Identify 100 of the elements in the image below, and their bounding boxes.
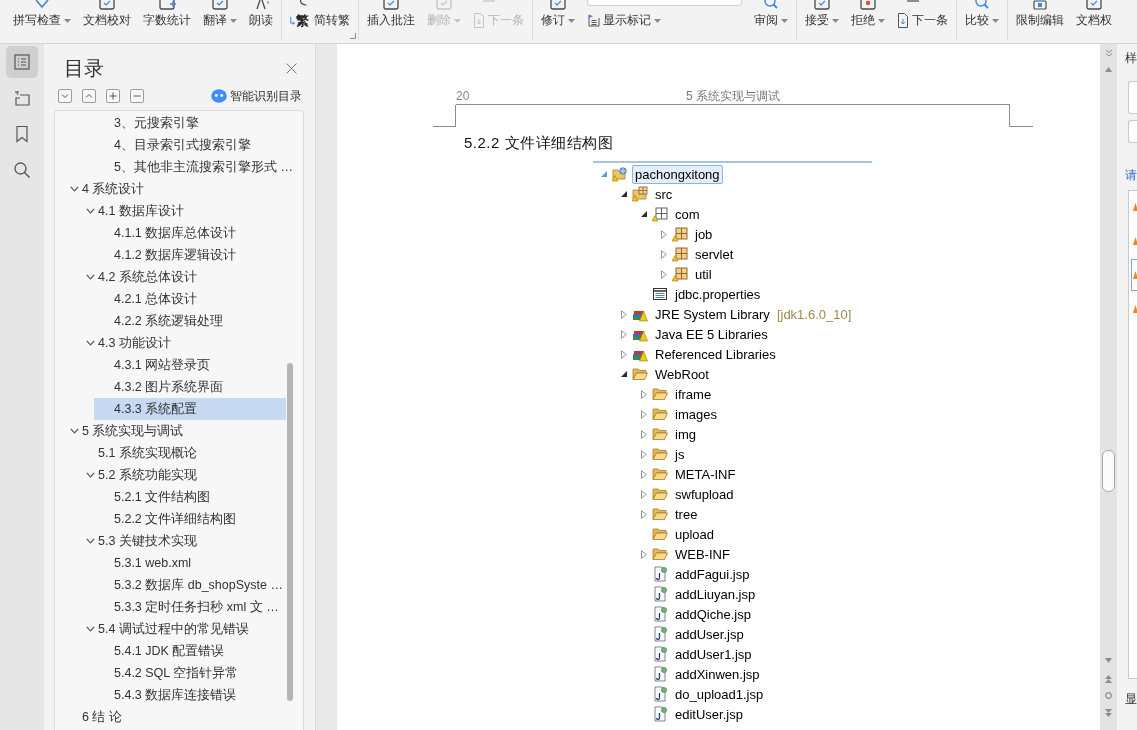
chevron-down-icon[interactable] bbox=[70, 186, 79, 192]
folder-icon bbox=[652, 546, 668, 562]
ribbon-button[interactable]: 拒绝 bbox=[851, 13, 885, 28]
toc-item[interactable]: 5.3.3 定时任务扫秒 xml 文 … bbox=[94, 596, 286, 618]
ribbon-button[interactable]: 修订 bbox=[541, 13, 575, 28]
style-icon bbox=[1133, 271, 1137, 279]
ribbon-button[interactable]: 拼写检查 bbox=[13, 13, 71, 28]
dropdown-field[interactable] bbox=[587, 0, 742, 6]
folder-icon bbox=[652, 506, 668, 522]
section-heading: 5.2.2 文件详细结构图 bbox=[464, 134, 615, 152]
jsp-file-icon bbox=[652, 586, 668, 602]
toc-item[interactable]: 5.1 系统实现概论 bbox=[78, 442, 286, 464]
ribbon-button[interactable]: 审阅 bbox=[754, 13, 788, 28]
tree-item: job bbox=[693, 225, 714, 244]
ribbon-button[interactable]: 繁 简转繁 bbox=[290, 13, 350, 28]
chevron-down-icon[interactable] bbox=[86, 626, 95, 632]
contents-tab[interactable] bbox=[6, 46, 38, 78]
toc-item[interactable]: 4.2.1 总体设计 bbox=[94, 288, 286, 310]
toc-item[interactable]: 5.2.1 文件结构图 bbox=[94, 486, 286, 508]
outline-tool-button[interactable] bbox=[82, 89, 96, 103]
tree-item: com bbox=[674, 205, 701, 224]
folder-icon bbox=[652, 386, 668, 402]
previous-page-icon[interactable] bbox=[1105, 675, 1112, 683]
toc-item[interactable]: 4.3.1 网站登录页 bbox=[94, 354, 286, 376]
pane-split-icon[interactable] bbox=[1104, 49, 1113, 57]
minus-icon bbox=[133, 92, 141, 100]
close-icon[interactable] bbox=[286, 62, 297, 74]
tree-item: addFagui.jsp bbox=[674, 565, 751, 584]
outline-tool-button[interactable] bbox=[130, 89, 144, 103]
toc-item[interactable]: 5.4.3 数据库连接错误 bbox=[94, 684, 286, 706]
ribbon-button[interactable]: 限制编辑 bbox=[1016, 13, 1064, 28]
outline-tool-button[interactable] bbox=[58, 89, 72, 103]
ribbon-button[interactable]: 显示标记 bbox=[587, 13, 661, 28]
tree-item: Java EE 5 Libraries bbox=[654, 325, 769, 344]
chevron-down-icon[interactable] bbox=[86, 538, 95, 544]
tree-item: tree bbox=[674, 505, 699, 524]
ribbon-button[interactable]: 下一条 bbox=[897, 13, 948, 28]
scrollbar-thumb[interactable] bbox=[287, 363, 293, 701]
ribbon-button[interactable]: 翻译 bbox=[203, 13, 237, 28]
toc-item[interactable]: 4.2.2 系统逻辑处理 bbox=[94, 310, 286, 332]
scroll-down-icon[interactable] bbox=[1105, 658, 1112, 663]
chevron-down-icon[interactable] bbox=[70, 428, 79, 434]
style-icon bbox=[1133, 305, 1137, 313]
ribbon-button[interactable]: 朗读 bbox=[249, 13, 273, 28]
page-arrow-icon bbox=[897, 13, 909, 28]
toc-item[interactable]: 5、其他非主流搜索引擎形式 … bbox=[94, 156, 293, 178]
tree-item: addUser.jsp bbox=[674, 625, 745, 644]
style-field[interactable] bbox=[1128, 81, 1137, 114]
tree-item: META-INF bbox=[674, 465, 737, 484]
style-item[interactable] bbox=[1131, 259, 1137, 291]
tree-item: images bbox=[674, 405, 718, 424]
toc-item[interactable]: 5.4 调试过程中的常见错误 bbox=[78, 618, 286, 640]
toc-item[interactable]: 4.3.2 图片系统界面 bbox=[94, 376, 286, 398]
toc-item[interactable]: 5 系统实现与调试 bbox=[62, 420, 286, 442]
toc-item[interactable]: 4.3 功能设计 bbox=[78, 332, 286, 354]
chevron-down-icon[interactable] bbox=[86, 208, 95, 214]
ribbon-button[interactable]: 字数统计 bbox=[143, 13, 191, 28]
toc-item[interactable]: 4.2 系统总体设计 bbox=[78, 266, 286, 288]
chevron-up-icon bbox=[85, 92, 93, 100]
toc-item[interactable]: 4.1 数据库设计 bbox=[78, 200, 286, 222]
toc-item[interactable]: 5.4.1 JDK 配置错误 bbox=[94, 640, 286, 662]
ribbon-button[interactable]: 文档校对 bbox=[83, 13, 131, 28]
toc-item[interactable]: 4.1.2 数据库逻辑设计 bbox=[94, 244, 286, 266]
smart-toc-button[interactable]: 智能识别目录 bbox=[211, 87, 302, 105]
document-list-icon bbox=[13, 53, 31, 71]
corner-launcher-icon[interactable] bbox=[350, 33, 356, 39]
ribbon-button[interactable]: 文档权 bbox=[1076, 13, 1112, 28]
tree-item: upload bbox=[674, 525, 716, 544]
chevron-down-icon[interactable] bbox=[86, 340, 95, 346]
jsp-file-icon bbox=[652, 566, 668, 582]
toc-item[interactable]: 5.3 关键技术实现 bbox=[78, 530, 286, 552]
next-page-icon[interactable] bbox=[1105, 709, 1112, 717]
ribbon-button[interactable]: 接受 bbox=[805, 13, 839, 28]
properties-file-icon bbox=[652, 286, 668, 302]
toc-item[interactable]: 4 系统设计 bbox=[62, 178, 286, 200]
arrow-icon bbox=[290, 16, 295, 25]
ribbon-button[interactable]: 比较 bbox=[965, 13, 999, 28]
toc-item[interactable]: 4.3.3 系统配置 bbox=[94, 398, 286, 420]
toc-item[interactable]: 4、目录索引式搜索引擎 bbox=[94, 134, 286, 156]
toc-item[interactable]: 6 结 论 bbox=[62, 706, 286, 728]
toc-item[interactable]: 5.3.2 数据库 db_shopSyste … bbox=[94, 574, 286, 596]
scroll-up-icon[interactable] bbox=[1105, 67, 1112, 72]
toc-item[interactable]: 5.2.2 文件详细结构图 bbox=[94, 508, 286, 530]
search-field[interactable] bbox=[1128, 120, 1137, 143]
pane-label: 显 bbox=[1124, 692, 1137, 707]
ribbon-button[interactable]: 插入批注 bbox=[367, 13, 415, 28]
chevron-down-icon[interactable] bbox=[86, 472, 95, 478]
folder-icon bbox=[632, 366, 648, 382]
chevron-down-icon[interactable] bbox=[86, 274, 95, 280]
toc-item[interactable]: 3、元搜索引擎 bbox=[94, 112, 286, 134]
scroll-thumb[interactable] bbox=[1102, 450, 1115, 492]
package-icon bbox=[672, 226, 688, 242]
jsp-file-icon bbox=[652, 606, 668, 622]
toc-item[interactable]: 4.1.1 数据库总体设计 bbox=[94, 222, 286, 244]
browse-object-icon[interactable] bbox=[1105, 692, 1112, 699]
outline-tool-button[interactable] bbox=[106, 89, 120, 103]
toc-item[interactable]: 5.4.2 SQL 空指针异常 bbox=[94, 662, 286, 684]
toc-item[interactable]: 5.3.1 web.xml bbox=[94, 552, 286, 574]
toc-item[interactable]: 5.2 系统功能实现 bbox=[78, 464, 286, 486]
running-header: 5 系统实现与调试 bbox=[686, 89, 780, 104]
